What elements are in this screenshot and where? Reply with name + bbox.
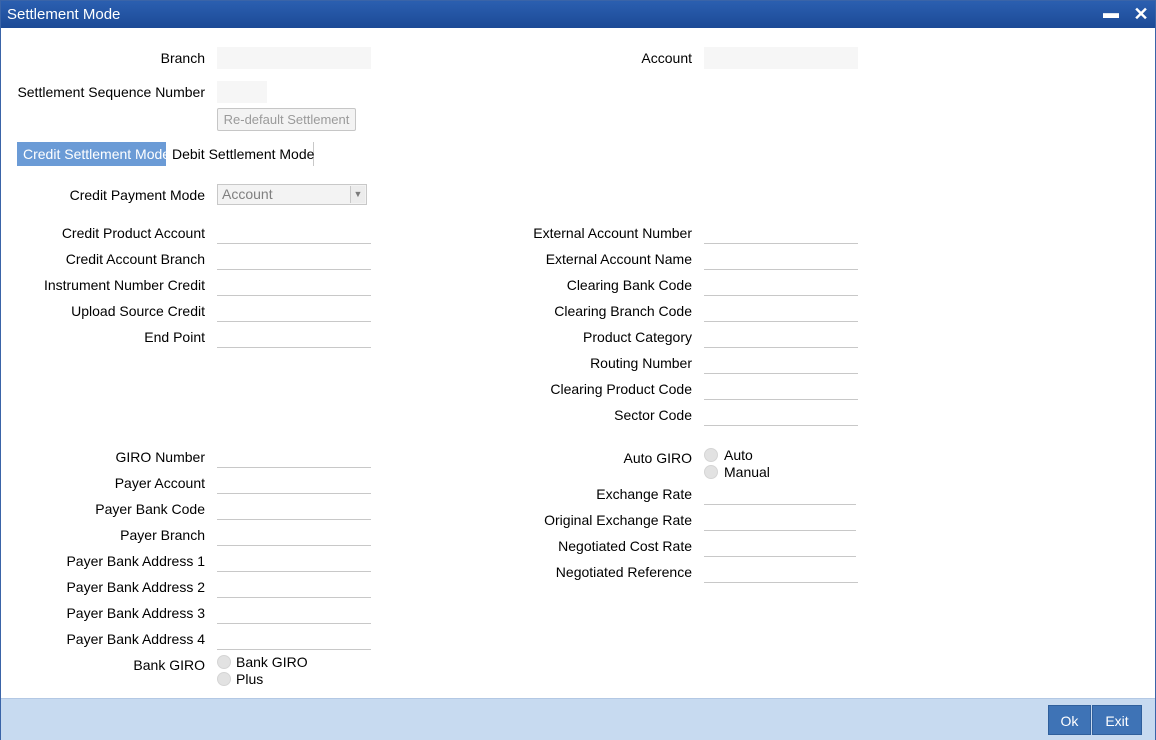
account-field[interactable] [704,47,858,69]
credit-payment-mode-label: Credit Payment Mode [69,187,205,203]
settlement-sequence-label: Settlement Sequence Number [17,84,205,100]
external-account-number-label: External Account Number [533,225,692,241]
exchange-rate-field[interactable] [704,483,856,505]
product-category-field[interactable] [704,326,858,348]
tab-debit-settlement-mode[interactable]: Debit Settlement Mode [166,142,314,166]
exit-button[interactable]: Exit [1092,705,1142,735]
exchange-rate-label: Exchange Rate [596,486,692,502]
negotiated-reference-field[interactable] [704,561,858,583]
bank-giro-radio[interactable] [217,655,231,669]
payer-bank-address-3-field[interactable] [217,602,371,624]
clearing-branch-code-label: Clearing Branch Code [554,303,692,319]
manual-radio[interactable] [704,465,718,479]
credit-payment-mode-value: Account [222,186,273,202]
clearing-product-code-label: Clearing Product Code [550,381,692,397]
minimize-icon[interactable]: ▬ [1101,4,1121,24]
sector-code-label: Sector Code [614,407,692,423]
redefault-settlement-button[interactable]: Re-default Settlement [217,108,356,131]
sector-code-field[interactable] [704,404,858,426]
footer-bar [1,698,1155,740]
tab-credit-settlement-mode[interactable]: Credit Settlement Mode [17,142,170,166]
settlement-mode-window: Settlement Mode ▬ ✕ Branch Account Settl… [0,0,1156,740]
auto-radio[interactable] [704,448,718,462]
negotiated-cost-rate-field[interactable] [704,535,856,557]
original-exchange-rate-label: Original Exchange Rate [544,512,692,528]
account-label: Account [641,50,692,66]
plus-radio[interactable] [217,672,231,686]
chevron-down-icon[interactable]: ▼ [350,186,365,203]
window-title: Settlement Mode [7,6,121,23]
payer-bank-address-3-label: Payer Bank Address 3 [66,605,205,621]
settlement-sequence-field[interactable] [217,81,267,103]
external-account-number-field[interactable] [704,222,858,244]
negotiated-cost-rate-label: Negotiated Cost Rate [558,538,692,554]
payer-bank-address-4-label: Payer Bank Address 4 [66,631,205,647]
bank-giro-label: Bank GIRO [133,657,205,673]
credit-payment-mode-select[interactable]: Account ▼ [217,184,367,205]
payer-bank-address-2-label: Payer Bank Address 2 [66,579,205,595]
clearing-bank-code-label: Clearing Bank Code [566,277,692,293]
external-account-name-label: External Account Name [545,251,692,267]
product-category-label: Product Category [583,329,692,345]
routing-number-field[interactable] [704,352,858,374]
bank-giro-option-label: Bank GIRO [236,654,308,670]
ok-button[interactable]: Ok [1048,705,1091,735]
clearing-bank-code-field[interactable] [704,274,858,296]
auto-giro-label: Auto GIRO [623,450,692,466]
payer-bank-address-4-field[interactable] [217,628,371,650]
title-bar: Settlement Mode ▬ ✕ [1,1,1155,28]
manual-option-label: Manual [724,464,770,480]
negotiated-reference-label: Negotiated Reference [555,564,692,580]
clearing-product-code-field[interactable] [704,378,858,400]
routing-number-label: Routing Number [590,355,692,371]
clearing-branch-code-field[interactable] [704,300,858,322]
plus-option-label: Plus [236,671,264,687]
close-icon[interactable]: ✕ [1131,4,1151,24]
external-account-name-field[interactable] [704,248,858,270]
auto-option-label: Auto [724,447,753,463]
original-exchange-rate-field[interactable] [704,509,856,531]
